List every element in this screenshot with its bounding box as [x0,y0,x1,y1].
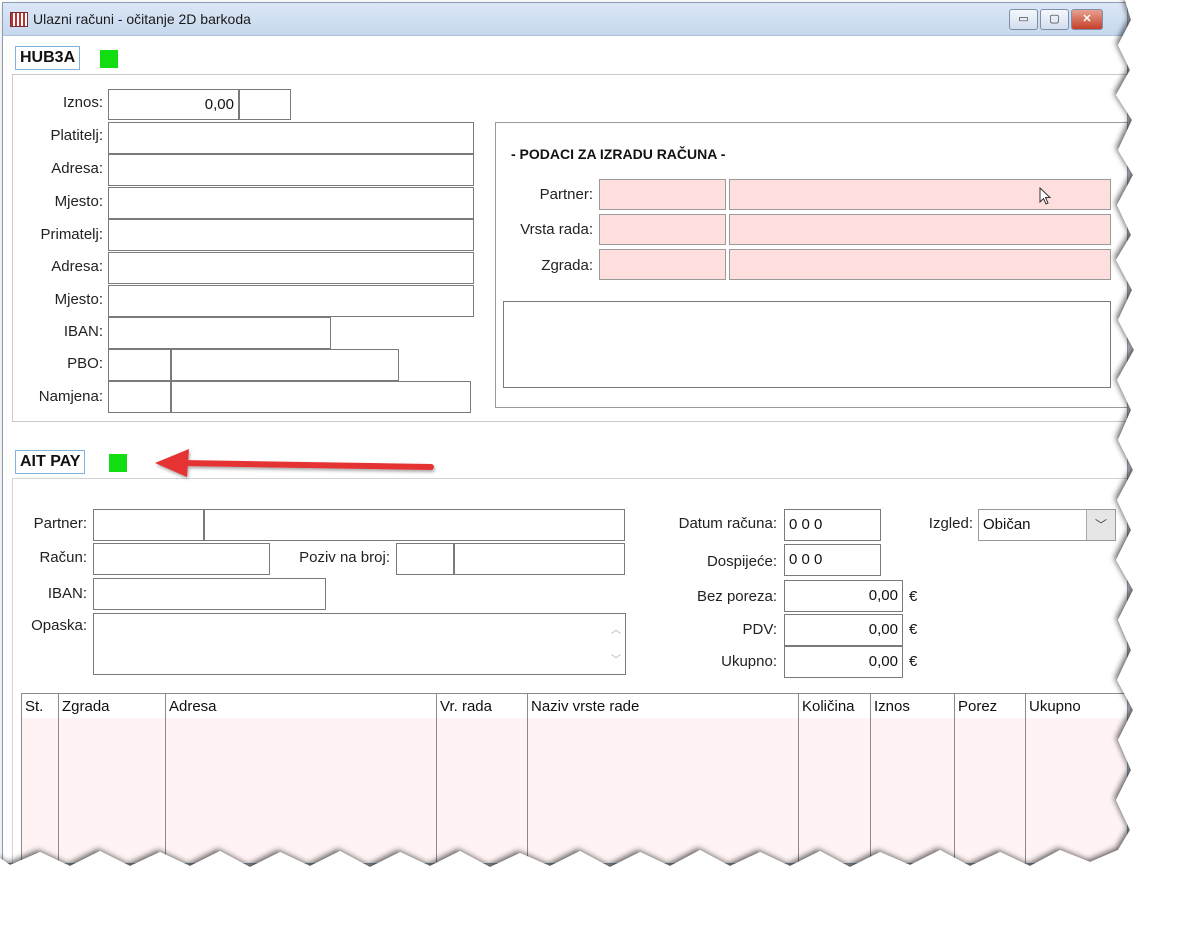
torn-edge-decoration [0,0,1183,925]
